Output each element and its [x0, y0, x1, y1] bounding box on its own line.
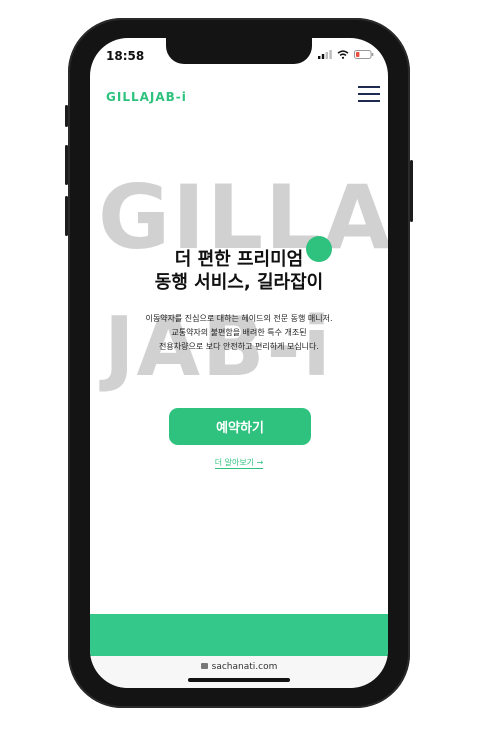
wifi-icon: [337, 50, 349, 59]
learn-more-link-wrap: 더 알아보기 →: [90, 457, 388, 469]
desc-line-1: 이동약자를 진심으로 대하는 헤이드의 전문 동행 매니저.: [145, 314, 333, 323]
phone-volume-down: [65, 196, 68, 236]
footer-band: [90, 614, 388, 658]
battery-icon: [354, 50, 374, 59]
reserve-button[interactable]: 예약하기: [169, 408, 311, 445]
hamburger-icon[interactable]: [358, 86, 380, 102]
learn-more-link[interactable]: 더 알아보기 →: [214, 458, 264, 469]
brand-logo[interactable]: GILLAJAB-i: [106, 90, 187, 104]
headline-line-1: 더 편한 프리미엄: [174, 249, 304, 270]
phone-volume-up: [65, 145, 68, 185]
lock-icon: [200, 663, 208, 669]
desc-line-3: 전용차량으로 보다 안전하고 편리하게 모십니다.: [159, 342, 319, 351]
status-time: 18:58: [106, 49, 145, 63]
phone-silent-switch: [65, 105, 68, 127]
headline-line-2: 동행 서비스, 길라잡이: [154, 272, 324, 293]
signal-icon: [318, 50, 332, 59]
hero-description: 이동약자를 진심으로 대하는 헤이드의 전문 동행 매니저. 교통약자의 불편함…: [98, 312, 380, 354]
desc-line-2: 교통약자의 불편함을 배려한 특수 개조된: [171, 328, 307, 337]
status-icons: [318, 50, 374, 59]
notch: [166, 38, 312, 64]
phone-screen: 18:58 GILLAJAB-i GILLA JAB-i 더 편한 프리미엄 동…: [90, 38, 388, 688]
phone-power-button: [410, 160, 413, 222]
url-text[interactable]: sachanati.com: [212, 662, 278, 672]
home-indicator[interactable]: [188, 678, 290, 682]
browser-url-bar[interactable]: sachanati.com: [90, 656, 388, 688]
hero-headline: 더 편한 프리미엄 동행 서비스, 길라잡이: [90, 248, 388, 294]
